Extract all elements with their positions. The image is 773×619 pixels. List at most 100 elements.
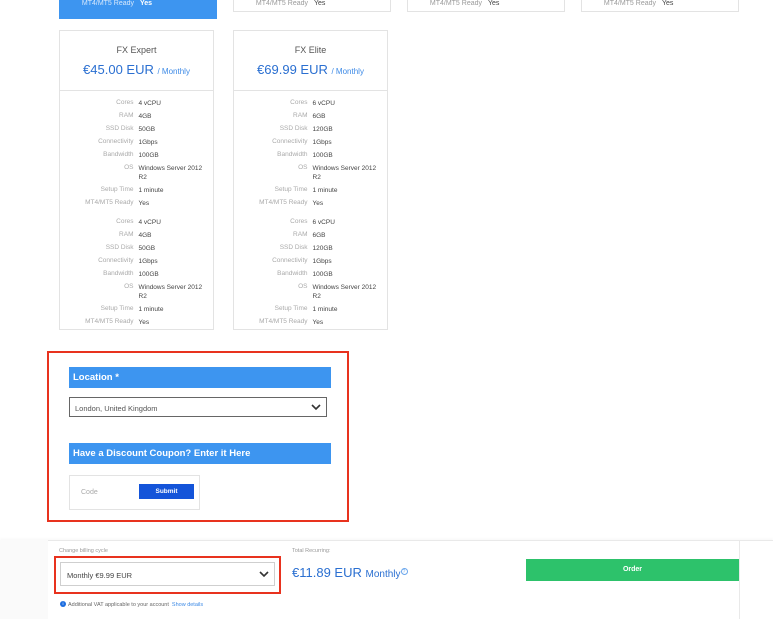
billing-cycle-select[interactable]: Monthly €9.99 EUR [60, 562, 275, 586]
total-recurring-label: Total Recurring: [292, 548, 331, 554]
spec-key: Connectivity [272, 138, 308, 145]
spec-value: Yes [662, 0, 674, 7]
spec-key: RAM [119, 231, 134, 238]
spec-value: 100GB [138, 152, 159, 159]
info-icon: i [60, 601, 66, 607]
spec-key: Bandwidth [277, 270, 308, 277]
spec-value: 4GB [138, 232, 152, 239]
spec-value: Windows Server 2012 R2 [138, 284, 203, 300]
spec-list: Cores 4 vCPU RAM 4GB SSD Disk 50GB Connecti… [60, 91, 213, 212]
plan-card[interactable]: MT4/MT5 Ready Yes [407, 0, 565, 12]
spec-key: RAM [119, 112, 134, 119]
order-options-highlight: Location * London, United Kingdom Have a… [47, 351, 349, 522]
spec-key: OS [124, 283, 134, 290]
spec-value: 6GB [312, 113, 326, 120]
spec-key: Cores [116, 218, 134, 225]
spec-key: Bandwidth [277, 151, 308, 158]
chevron-down-icon [259, 571, 269, 578]
spec-value: 1 minute [138, 306, 164, 313]
spec-value: Yes [312, 200, 324, 207]
plan-card-fx-elite[interactable]: FX Elite €69.99 EUR / Monthly Cores 6 vCP… [233, 30, 388, 330]
spec-value: 4 vCPU [138, 100, 161, 107]
plan-price: €69.99 EUR / Monthly [234, 62, 387, 77]
total-amount: €11.89 EUR [292, 565, 362, 580]
plan-card-fx-expert[interactable]: FX Expert €45.00 EUR / Monthly Cores 4 vC… [59, 30, 214, 330]
spec-key: Connectivity [98, 138, 134, 145]
spec-key: Setup Time [274, 186, 308, 193]
plan-card-selected[interactable]: MT4/MT5 Ready Yes [59, 0, 217, 19]
spec-value: 6GB [312, 232, 326, 239]
plan-name: FX Expert [116, 45, 157, 55]
spec-key: Cores [116, 99, 134, 106]
show-details-link[interactable]: Show details [172, 602, 203, 608]
spec-value: Windows Server 2012 R2 [138, 165, 203, 181]
spec-key: Setup Time [100, 186, 134, 193]
spec-key: MT4/MT5 Ready [429, 0, 482, 7]
spec-value: 100GB [312, 152, 333, 159]
help-icon[interactable]: ? [400, 568, 408, 575]
spec-value: 100GB [138, 271, 159, 278]
spec-value: 1 minute [312, 306, 338, 313]
plan-card[interactable]: MT4/MT5 Ready Yes [233, 0, 391, 12]
chevron-down-icon [311, 404, 321, 411]
spec-key: RAM [293, 112, 308, 119]
spec-list: Cores 4 vCPU RAM 4GB SSD Disk 50GB Connecti… [60, 212, 213, 331]
spec-value: Yes [488, 0, 500, 7]
billing-cycle-value: Monthly €9.99 EUR [67, 571, 133, 580]
order-button[interactable]: Order [526, 559, 739, 581]
spec-value: 1 minute [312, 187, 338, 194]
plan-name: FX Elite [294, 45, 327, 55]
spec-value: Yes [138, 319, 150, 326]
spec-key: MT4/MT5 Ready [81, 0, 134, 7]
spec-key: OS [124, 164, 134, 171]
spec-key: Connectivity [98, 257, 134, 264]
spec-key: Setup Time [100, 305, 134, 312]
plan-header: FX Elite €69.99 EUR / Monthly [234, 31, 387, 91]
billing-cycle-label: Change billing cycle [59, 548, 108, 554]
spec-list: Cores 6 vCPU RAM 6GB SSD Disk 120GB Connect… [234, 212, 387, 331]
spec-value: 50GB [138, 245, 156, 252]
spec-key: Bandwidth [103, 151, 134, 158]
spec-value: Windows Server 2012 R2 [312, 284, 377, 300]
spec-key: MT4/MT5 Ready [255, 0, 308, 7]
plan-header: FX Expert €45.00 EUR / Monthly [60, 31, 213, 91]
vat-note: i Additional VAT applicable to your accou… [60, 601, 203, 608]
spec-key: OS [298, 283, 308, 290]
spec-key: OS [298, 164, 308, 171]
spec-key: MT4/MT5 Ready [603, 0, 656, 7]
spec-key: MT4/MT5 Ready [85, 318, 134, 325]
spec-key: Connectivity [272, 257, 308, 264]
spec-key: MT4/MT5 Ready [259, 318, 308, 325]
price-period: / Monthly [331, 67, 364, 76]
spec-key: Cores [290, 218, 308, 225]
spec-value: Yes [138, 200, 150, 207]
spec-key: SSD Disk [105, 125, 134, 132]
plan-price: €45.00 EUR / Monthly [60, 62, 213, 77]
location-select[interactable]: London, United Kingdom [69, 397, 327, 417]
total-period: Monthly [365, 569, 401, 580]
spec-value: 1Gbps [312, 139, 332, 146]
price-amount: €69.99 EUR [257, 62, 328, 77]
coupon-submit-button[interactable]: Submit [139, 484, 194, 499]
spec-key: SSD Disk [279, 244, 308, 251]
spec-value: 100GB [312, 271, 333, 278]
plan-card[interactable]: MT4/MT5 Ready Yes [581, 0, 739, 12]
spec-value: 4 vCPU [138, 219, 161, 226]
spec-key: MT4/MT5 Ready [259, 199, 308, 206]
coupon-heading: Have a Discount Coupon? Enter it Here [69, 443, 331, 464]
location-selected-value: London, United Kingdom [75, 404, 158, 413]
vat-note-text: Additional VAT applicable to your accoun… [68, 602, 169, 608]
spec-key: Bandwidth [103, 270, 134, 277]
spec-value: 50GB [138, 126, 156, 133]
spec-key: SSD Disk [105, 244, 134, 251]
spec-value: 4GB [138, 113, 152, 120]
spec-key: RAM [293, 231, 308, 238]
price-period: / Monthly [157, 67, 190, 76]
coupon-code-input[interactable]: Code [81, 489, 98, 496]
bar-left-gutter [0, 540, 48, 619]
spec-value: 6 vCPU [312, 100, 335, 107]
spec-value: 1Gbps [138, 139, 158, 146]
location-heading: Location * [69, 367, 331, 388]
spec-value: 1 minute [138, 187, 164, 194]
coupon-form: Code Submit [69, 475, 200, 510]
